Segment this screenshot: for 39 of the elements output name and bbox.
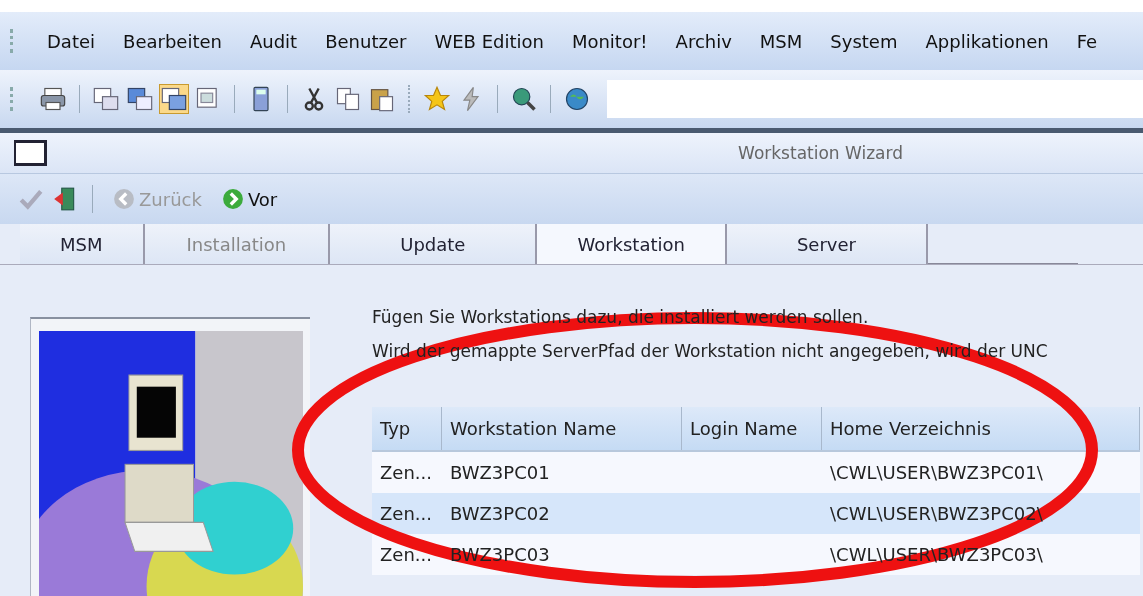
tab[interactable]: Workstation bbox=[537, 224, 727, 264]
search-icon[interactable] bbox=[510, 85, 538, 113]
instruction-text: Wird der gemappte ServerPfad der Workstation nicht angegeben, wird der UNC bbox=[372, 340, 1049, 363]
window-icon[interactable] bbox=[92, 85, 120, 113]
tab[interactable]: Server bbox=[726, 224, 928, 264]
table-cell-text: \CWL\USER\BWZ3PC01\ bbox=[829, 462, 1044, 483]
printer-icon[interactable] bbox=[39, 85, 67, 113]
menu-item[interactable]: Bearbeiten bbox=[109, 30, 236, 52]
menu-item[interactable]: Datei bbox=[33, 30, 110, 52]
column-header[interactable]: Workstation Name bbox=[442, 407, 682, 450]
toolbar-field[interactable] bbox=[607, 80, 1143, 118]
window-title: Workstation Wizard bbox=[738, 143, 903, 163]
table-cell-text: Zen... bbox=[379, 544, 433, 565]
table-cell-text: BWZ3PC01 bbox=[449, 462, 551, 483]
menu-item[interactable]: Benutzer bbox=[311, 30, 421, 52]
menu-item[interactable]: WEB Edition bbox=[420, 30, 558, 52]
table-cell-text: BWZ3PC02 bbox=[449, 503, 551, 524]
menu-item[interactable]: Applikationen bbox=[911, 30, 1063, 52]
tab[interactable]: Update bbox=[330, 224, 538, 264]
window-icon[interactable] bbox=[126, 85, 154, 113]
star-icon[interactable] bbox=[423, 85, 451, 113]
table-cell-text: Zen... bbox=[379, 462, 433, 483]
copy-icon[interactable] bbox=[334, 85, 362, 113]
table-row[interactable]: Zen... BWZ3PC01 \CWL\USER\BWZ3PC01\ bbox=[372, 452, 1140, 493]
menu-item[interactable]: Fe bbox=[1062, 30, 1112, 52]
column-header[interactable]: Home Verzeichnis bbox=[822, 407, 1140, 450]
menu-item[interactable]: Audit bbox=[235, 30, 312, 52]
menu-item[interactable]: System bbox=[816, 30, 912, 52]
table-cell-text: Zen... bbox=[379, 503, 433, 524]
column-header[interactable]: Login Name bbox=[682, 407, 822, 450]
window-icon[interactable] bbox=[160, 85, 188, 113]
menu-item[interactable]: Archiv bbox=[661, 30, 746, 52]
globe-icon[interactable] bbox=[563, 85, 591, 113]
column-header[interactable]: Typ bbox=[372, 407, 442, 450]
menu-item[interactable]: MSM bbox=[745, 30, 817, 52]
forward-button[interactable]: Vor bbox=[215, 186, 284, 212]
tab[interactable]: MSM bbox=[20, 224, 145, 264]
window-icon bbox=[14, 140, 47, 166]
menu-item[interactable]: Monitor! bbox=[557, 30, 662, 52]
